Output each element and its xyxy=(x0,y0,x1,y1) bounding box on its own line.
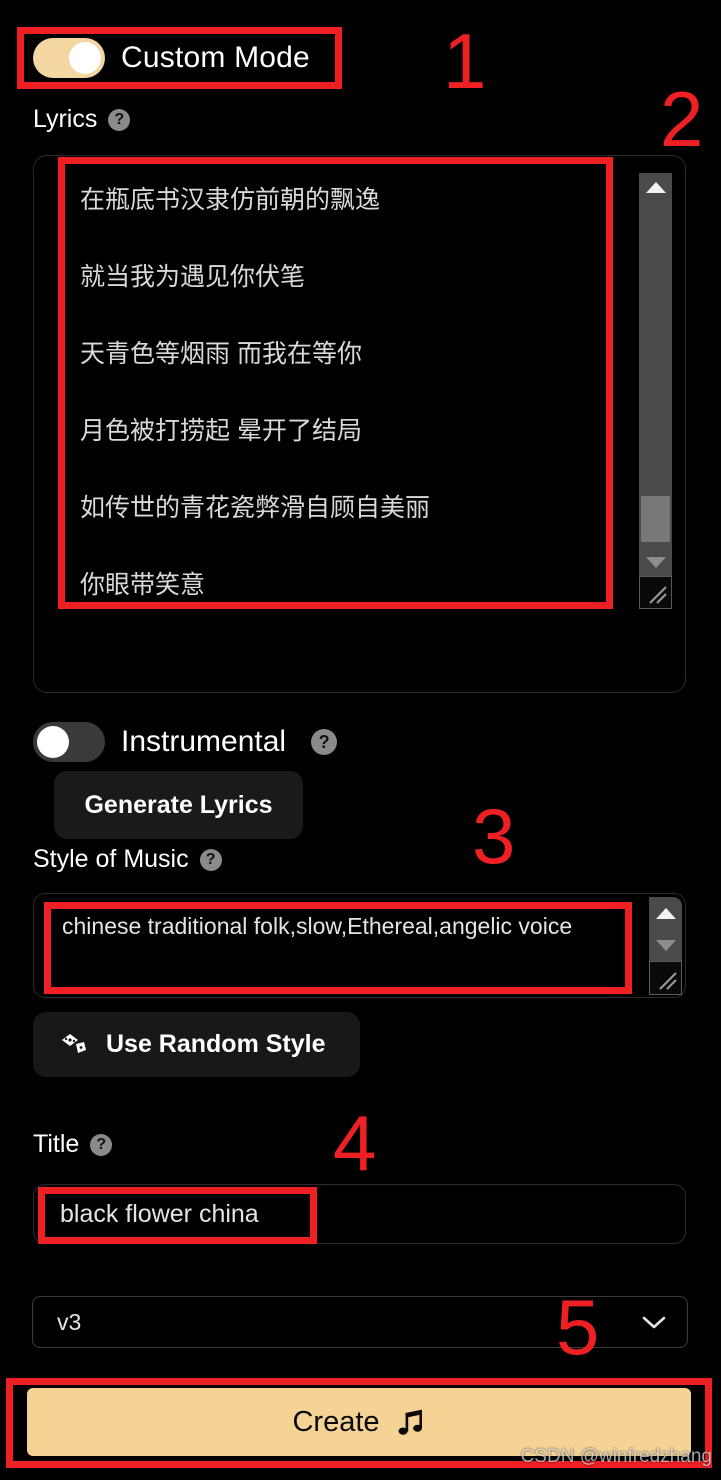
title-input-box[interactable]: black flower china xyxy=(33,1184,686,1244)
lyric-line: 如传世的青花瓷弊滑自顾自美丽 xyxy=(80,494,431,522)
create-button-label: Create xyxy=(292,1405,380,1438)
instrumental-toggle[interactable] xyxy=(33,722,105,762)
scroll-down-arrow-icon[interactable] xyxy=(649,929,682,961)
chevron-down-icon xyxy=(642,1316,666,1329)
help-icon[interactable]: ? xyxy=(108,108,131,131)
help-icon[interactable]: ? xyxy=(311,729,338,755)
annotation-number-4: 4 xyxy=(333,1099,377,1187)
music-note-icon xyxy=(398,1409,422,1435)
scrollbar-thumb[interactable] xyxy=(641,496,670,542)
custom-mode-toggle[interactable] xyxy=(33,38,105,78)
lyrics-label: Lyrics xyxy=(33,105,98,133)
annotation-number-1: 1 xyxy=(443,17,487,105)
suno-create-panel: Custom Mode Lyrics ? 在瓶底书汉隶仿前朝的飘逸 就当我为遇见… xyxy=(0,0,721,1480)
scroll-down-arrow-icon[interactable] xyxy=(639,548,672,576)
resize-grip-icon xyxy=(659,972,677,990)
scroll-up-arrow-icon[interactable] xyxy=(639,173,672,201)
use-random-style-label: Use Random Style xyxy=(106,1030,326,1058)
dice-icon xyxy=(62,1033,86,1053)
use-random-style-button[interactable]: Use Random Style xyxy=(33,1012,360,1077)
version-select-value: v3 xyxy=(57,1308,82,1335)
instrumental-row: Instrumental ? xyxy=(33,718,338,766)
lyric-line: 天青色等烟雨 而我在等你 xyxy=(80,340,362,368)
title-label: Title xyxy=(33,1130,80,1158)
custom-mode-label: Custom Mode xyxy=(121,41,310,74)
annotation-number-2: 2 xyxy=(660,75,704,163)
lyrics-label-row: Lyrics ? xyxy=(33,105,131,134)
lyric-line: 在瓶底书汉隶仿前朝的飘逸 xyxy=(80,186,381,214)
lyrics-textarea[interactable]: 在瓶底书汉隶仿前朝的飘逸 就当我为遇见你伏笔 天青色等烟雨 而我在等你 月色被打… xyxy=(54,170,642,610)
custom-mode-row: Custom Mode xyxy=(33,33,310,83)
toggle-knob xyxy=(69,42,101,74)
watermark: CSDN @winfredzhang xyxy=(520,1446,712,1467)
resize-grip-icon xyxy=(649,586,667,604)
style-of-music-input[interactable]: chinese traditional folk,slow,Ethereal,a… xyxy=(62,907,622,945)
lyric-line: 月色被打捞起 晕开了结局 xyxy=(80,417,362,445)
generate-lyrics-button[interactable]: Generate Lyrics xyxy=(54,771,303,839)
version-select[interactable]: v3 xyxy=(32,1296,688,1348)
scroll-up-arrow-icon[interactable] xyxy=(649,897,682,929)
title-label-row: Title ? xyxy=(33,1130,113,1159)
title-input[interactable]: black flower china xyxy=(60,1200,259,1229)
style-scrollbar[interactable] xyxy=(649,897,682,961)
lyrics-panel: 在瓶底书汉隶仿前朝的飘逸 就当我为遇见你伏笔 天青色等烟雨 而我在等你 月色被打… xyxy=(33,155,686,839)
toggle-knob xyxy=(37,726,69,758)
style-of-music-label: Style of Music xyxy=(33,845,189,873)
style-of-music-box: chinese traditional folk,slow,Ethereal,a… xyxy=(33,893,686,998)
lyric-line: 你眼带笑意 xyxy=(80,571,206,599)
style-resize-grip[interactable] xyxy=(649,961,682,995)
lyrics-scrollbar[interactable] xyxy=(639,173,672,576)
help-icon[interactable]: ? xyxy=(199,848,222,871)
instrumental-label: Instrumental xyxy=(121,725,287,758)
annotation-number-3: 3 xyxy=(472,792,516,880)
lyric-line: 就当我为遇见你伏笔 xyxy=(80,263,306,291)
lyrics-resize-grip[interactable] xyxy=(639,576,672,609)
style-label-row: Style of Music ? xyxy=(33,845,222,874)
help-icon[interactable]: ? xyxy=(90,1133,113,1156)
